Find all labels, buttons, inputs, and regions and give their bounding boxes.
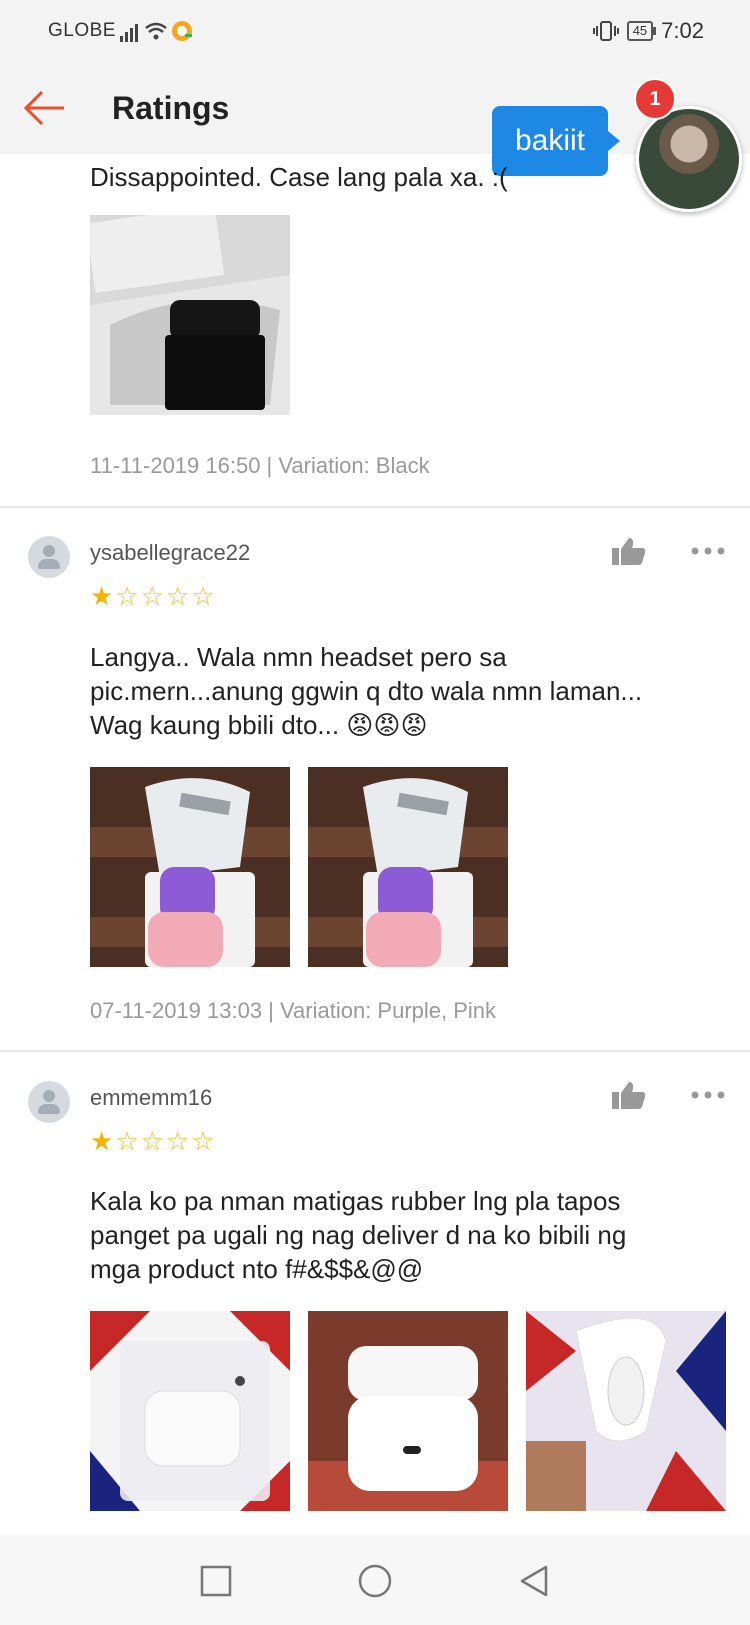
review-photo[interactable]: [526, 1311, 726, 1511]
review-photo[interactable]: [90, 767, 290, 967]
chat-head-avatar[interactable]: [636, 106, 742, 212]
review-photo[interactable]: [90, 215, 290, 415]
review-photo[interactable]: [308, 767, 508, 967]
triangle-back-icon[interactable]: [514, 1561, 554, 1601]
star-empty-icon: ☆: [140, 1126, 166, 1156]
review-photo[interactable]: [308, 1311, 508, 1511]
review-text-line: mga product nto f#&$$&@@: [90, 1254, 424, 1284]
star-empty-icon: ☆: [191, 1126, 217, 1156]
thumbs-up-icon[interactable]: [612, 1080, 646, 1110]
status-bar: GLOBE 45 7:02: [0, 0, 750, 62]
divider: [0, 506, 750, 508]
battery-indicator: 45: [626, 21, 657, 41]
review-text: Langya.. Wala nmn headset pero sa pic.me…: [90, 640, 720, 742]
notification-badge: 1: [634, 78, 676, 120]
more-dots-icon[interactable]: [690, 545, 726, 557]
star-empty-icon: ☆: [165, 1126, 192, 1156]
review-text-line: Kala ko pa nman matigas rubber lng pla t…: [90, 1186, 621, 1216]
divider: [0, 1050, 750, 1052]
review-text-line: Langya.. Wala nmn headset pero sa: [90, 642, 507, 672]
arrow-left-icon[interactable]: [20, 86, 70, 130]
review-text-line: Wag kaung bbili dto... 😡😡😡: [90, 710, 428, 740]
review-text: Dissappointed. Case lang pala xa. :(: [90, 162, 508, 192]
circle-icon[interactable]: [355, 1561, 395, 1601]
review-text-line: pic.mern...anung ggwin q dto wala nmn la…: [90, 676, 643, 706]
star-filled-icon: ★: [90, 581, 116, 611]
more-dots-icon[interactable]: [690, 1089, 726, 1101]
clock: 7:02: [661, 18, 704, 43]
star-filled-icon: ★: [90, 1126, 116, 1156]
star-rating: ★☆☆☆☆: [90, 1126, 217, 1157]
status-right: 45 7:02: [592, 18, 704, 44]
star-empty-icon: ☆: [165, 581, 192, 611]
star-empty-icon: ☆: [115, 581, 141, 611]
star-rating: ★☆☆☆☆: [90, 581, 217, 612]
carrier-label: GLOBE: [48, 20, 116, 41]
star-empty-icon: ☆: [115, 1126, 141, 1156]
review-text-line: panget pa ugali ng nag deliver d na ko b…: [90, 1220, 627, 1250]
review-username[interactable]: emmemm16: [90, 1085, 212, 1111]
page-title: Ratings: [112, 90, 230, 126]
review-meta: 11-11-2019 16:50 | Variation: Black: [90, 453, 430, 478]
system-nav-bar: [0, 1535, 750, 1625]
star-empty-icon: ☆: [191, 581, 217, 611]
star-empty-icon: ☆: [140, 581, 166, 611]
review-meta: 07-11-2019 13:03 | Variation: Purple, Pi…: [90, 998, 497, 1023]
review-username[interactable]: ysabellegrace22: [90, 540, 250, 566]
square-icon[interactable]: [196, 1561, 236, 1601]
review-text: Kala ko pa nman matigas rubber lng pla t…: [90, 1184, 720, 1286]
review-photo[interactable]: [90, 1311, 290, 1511]
signal-wifi-icons: [120, 21, 192, 42]
user-avatar-icon[interactable]: [28, 1081, 70, 1123]
user-avatar-icon[interactable]: [28, 536, 70, 578]
vibrate-icon: [592, 21, 619, 41]
thumbs-up-icon[interactable]: [612, 536, 646, 566]
